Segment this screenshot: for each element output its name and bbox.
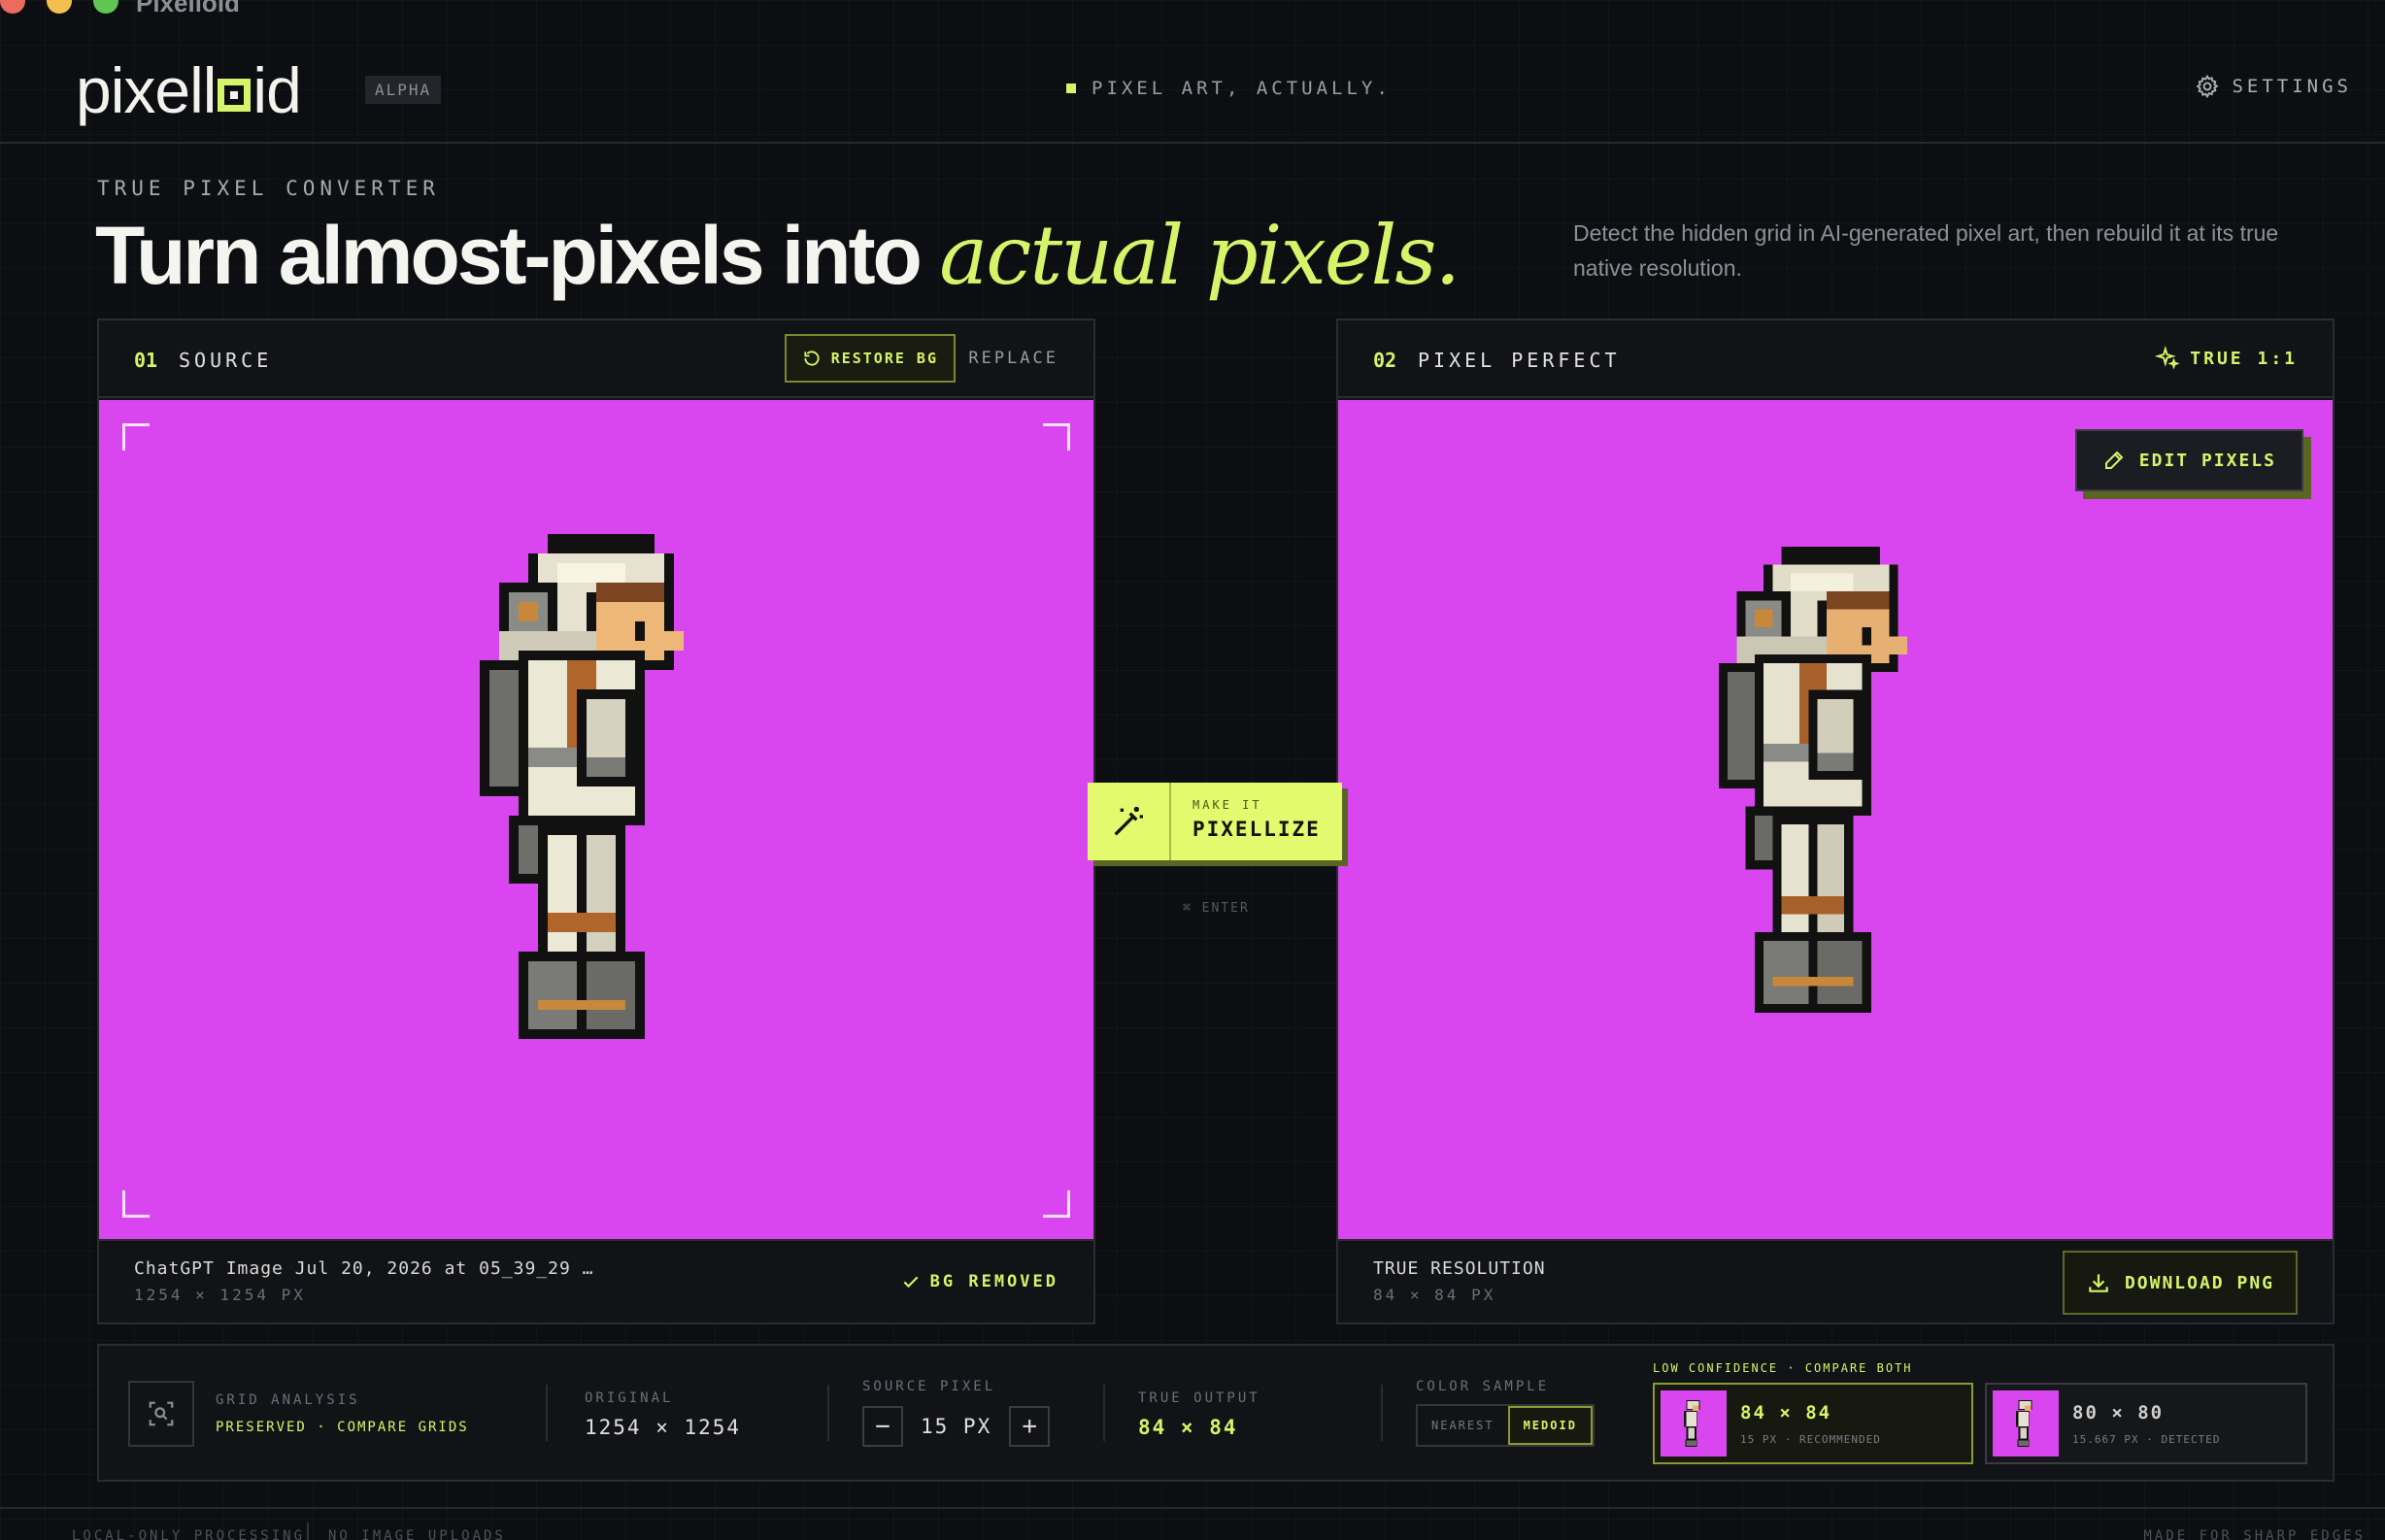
source-pixel-stepper: − 15 PX + <box>862 1406 1051 1447</box>
app-footer: LOCAL-ONLY PROCESSING NO IMAGE UPLOADS M… <box>0 1507 2385 1540</box>
pixellize-button[interactable]: MAKE IT PIXELLIZE <box>1088 783 1342 860</box>
color-sample-label: COLOR SAMPLE <box>1416 1379 1550 1394</box>
footer-no-uploads: NO IMAGE UPLOADS <box>328 1528 506 1540</box>
panel-number: 01 <box>134 349 158 372</box>
hero-description: Detect the hidden grid in AI-generated p… <box>1573 220 2279 281</box>
magic-wand-icon <box>1088 783 1171 860</box>
restore-bg-button[interactable]: RESTORE BG <box>784 334 956 383</box>
tagline: PIXEL ART, ACTUALLY. <box>1066 78 1392 99</box>
bg-removed-label: BG REMOVED <box>929 1272 1058 1291</box>
sparkle-icon <box>2155 346 2180 370</box>
divider <box>546 1385 548 1441</box>
edit-pixels-label: EDIT PIXELS <box>2138 450 2276 471</box>
logo-text-left: pixell <box>76 54 217 126</box>
grid-status-link[interactable]: PRESERVED · COMPARE GRIDS <box>216 1420 469 1435</box>
grid-analysis-label: GRID ANALYSIS <box>216 1392 360 1408</box>
panel-title: PIXEL PERFECT <box>1418 349 1621 372</box>
color-option-nearest[interactable]: NEAREST <box>1418 1406 1508 1445</box>
eyebrow: TRUE PIXEL CONVERTER <box>97 177 440 200</box>
logo-pixel-mark <box>218 79 252 112</box>
original-label: ORIGINAL <box>585 1390 674 1406</box>
result-panel-footer: TRUE RESOLUTION 84 × 84 PX DOWNLOAD PNG <box>1338 1239 2333 1322</box>
candidate-thumbnail <box>1993 1390 2059 1456</box>
page-title: Turn almost-pixels into actual pixels. <box>95 208 1461 303</box>
restore-bg-label: RESTORE BG <box>830 350 938 367</box>
source-pixel-value: 15 PX <box>921 1415 992 1438</box>
keyboard-shortcut-hint: ⌘ ENTER <box>1183 901 1250 916</box>
candidate-size: 84 × 84 <box>1740 1401 1832 1423</box>
divider <box>1381 1385 1383 1441</box>
divider <box>1103 1385 1105 1441</box>
candidate-size: 80 × 80 <box>2072 1401 2165 1423</box>
analysis-bar: GRID ANALYSIS PRESERVED · COMPARE GRIDS … <box>97 1344 2335 1482</box>
grid-search-icon[interactable] <box>128 1381 194 1447</box>
result-dimensions: 84 × 84 PX <box>1373 1286 1496 1304</box>
panel-title: SOURCE <box>179 349 273 372</box>
color-option-medoid[interactable]: MEDOID <box>1507 1406 1593 1445</box>
app-header: pixell id ALPHA PIXEL ART, ACTUALLY. SETT… <box>0 0 2385 144</box>
settings-button[interactable]: SETTINGS <box>2195 74 2352 99</box>
tagline-text: PIXEL ART, ACTUALLY. <box>1092 78 1392 99</box>
replace-button[interactable]: REPLACE <box>968 349 1058 368</box>
source-file-name: ChatGPT Image Jul 20, 2026 at 05_39_29 … <box>134 1258 594 1279</box>
candidate-84[interactable]: 84 × 84 15 PX · RECOMMENDED <box>1653 1383 1973 1464</box>
divider <box>307 1523 309 1540</box>
bg-removed-status: BG REMOVED <box>901 1272 1058 1291</box>
source-panel-header: 01 SOURCE RESTORE BG REPLACE <box>99 320 1093 398</box>
color-sample-toggle: NEAREST MEDOID <box>1416 1404 1595 1447</box>
divider <box>827 1385 829 1441</box>
result-panel-header: 02 PIXEL PERFECT TRUE 1:1 <box>1338 320 2333 398</box>
download-png-label: DOWNLOAD PNG <box>2124 1272 2274 1293</box>
candidate-detail: 15.667 PX · DETECTED <box>2072 1432 2221 1446</box>
true-resolution-label: TRUE RESOLUTION <box>1373 1258 1546 1279</box>
alpha-badge: ALPHA <box>365 76 442 104</box>
tagline-square-icon <box>1066 84 1076 93</box>
source-astronaut-sprite <box>480 534 684 1039</box>
download-png-button[interactable]: DOWNLOAD PNG <box>2062 1251 2298 1315</box>
pixellize-label: PIXELLIZE <box>1192 818 1321 841</box>
edit-pixels-button[interactable]: EDIT PIXELS <box>2074 429 2303 491</box>
original-value: 1254 × 1254 <box>585 1416 742 1439</box>
crop-corner <box>1043 1190 1070 1218</box>
result-canvas[interactable]: EDIT PIXELS <box>1338 400 2333 1241</box>
download-icon <box>2089 1274 2108 1292</box>
true-output-value: 84 × 84 <box>1138 1416 1238 1439</box>
crop-corner <box>1043 423 1070 451</box>
true-output-label: TRUE OUTPUT <box>1138 1390 1260 1406</box>
pixellize-kicker: MAKE IT <box>1192 798 1262 812</box>
settings-label: SETTINGS <box>2232 76 2352 97</box>
source-pixel-label: SOURCE PIXEL <box>862 1379 996 1394</box>
headline-plain: Turn almost-pixels into <box>95 210 940 301</box>
restore-icon <box>804 351 820 366</box>
source-dimensions: 1254 × 1254 PX <box>134 1286 306 1304</box>
crop-corner <box>122 423 150 451</box>
increment-button[interactable]: + <box>1009 1406 1051 1447</box>
candidate-detail: 15 PX · RECOMMENDED <box>1740 1432 1881 1446</box>
footer-local-only: LOCAL-ONLY PROCESSING <box>72 1528 306 1540</box>
confidence-label: LOW CONFIDENCE · COMPARE BOTH <box>1653 1361 1913 1375</box>
logo-text-right: id <box>252 54 301 126</box>
logo[interactable]: pixell id <box>76 54 302 126</box>
true-scale-label: TRUE 1:1 <box>2190 348 2298 369</box>
source-panel: 01 SOURCE RESTORE BG REPLACE ChatGPT Ima… <box>97 318 1095 1324</box>
result-astronaut-sprite <box>1719 547 1907 1013</box>
source-canvas[interactable] <box>99 400 1093 1241</box>
candidate-80[interactable]: 80 × 80 15.667 PX · DETECTED <box>1985 1383 2307 1464</box>
candidate-thumbnail <box>1661 1390 1727 1456</box>
decrement-button[interactable]: − <box>862 1406 903 1447</box>
source-panel-footer: ChatGPT Image Jul 20, 2026 at 05_39_29 …… <box>99 1239 1093 1322</box>
footer-tagline: MADE FOR SHARP EDGES <box>2143 1528 2366 1540</box>
check-icon <box>903 1276 919 1289</box>
gear-icon <box>2197 74 2220 99</box>
headline-accent: actual pixels. <box>939 208 1461 303</box>
crop-corner <box>122 1190 150 1218</box>
true-scale-badge: TRUE 1:1 <box>2155 346 2298 371</box>
panel-number: 02 <box>1373 349 1397 372</box>
pencil-icon <box>2104 451 2124 469</box>
result-panel: 02 PIXEL PERFECT TRUE 1:1 EDIT PIXELS TR… <box>1336 318 2335 1324</box>
